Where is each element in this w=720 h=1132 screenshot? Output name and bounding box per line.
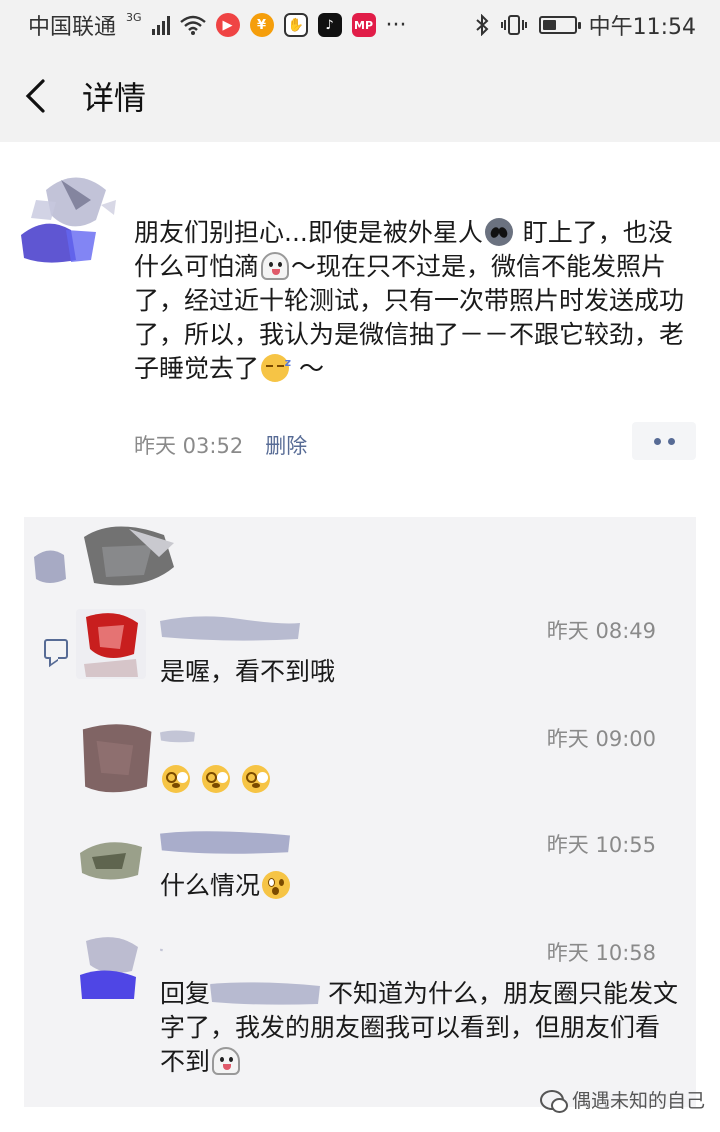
tiktok-app-icon: ♪ [317, 13, 342, 37]
ghost-emoji [261, 252, 290, 280]
watermark-text: 偶遇未知的自己 [572, 1090, 706, 1112]
comment-row: 昨天 09:00 [76, 717, 686, 811]
delete-link[interactable]: 删除 [265, 430, 307, 460]
battery-icon [538, 16, 581, 34]
dizzy-emoji [201, 765, 230, 793]
watermark: 偶遇未知的自己 [540, 1086, 705, 1113]
dizzy-emoji [162, 765, 190, 793]
dizzy-emoji [241, 765, 270, 793]
carrier-label: 中国联通 [28, 15, 117, 40]
back-button[interactable] [0, 50, 70, 142]
commenter-name-blurred [160, 831, 290, 854]
clock: 中午11:54 [588, 15, 696, 40]
sleepy-emoji [261, 346, 291, 382]
nav-bar: 详情 [0, 50, 720, 142]
wifi-icon [179, 15, 206, 35]
more-dots-icon [667, 437, 675, 445]
more-dots-button[interactable] [632, 422, 696, 460]
vibrate-icon [500, 15, 527, 35]
ghost-emoji [212, 1047, 241, 1075]
wechat-icon [540, 1089, 568, 1113]
comment-time: 昨天 10:58 [546, 941, 656, 965]
comment-icon [44, 639, 68, 659]
page-title: 详情 [82, 79, 147, 117]
comment-time: 昨天 10:55 [546, 833, 656, 857]
network-badge: 3G [126, 10, 142, 24]
post-text-part-4: ～ [291, 354, 324, 383]
comment-text: 什么情况 [160, 869, 680, 903]
shield-app-icon: ✋ [283, 13, 308, 37]
more-notifications-icon: ··· [385, 12, 407, 38]
signal-icon [151, 15, 170, 35]
orange-app-icon: ¥ [249, 13, 274, 37]
comment-time: 昨天 08:49 [546, 619, 656, 643]
post-time: 昨天 03:52 [134, 434, 244, 458]
commenter-avatar[interactable] [76, 609, 146, 679]
status-left: 中国联通 3G ▶ ¥ ✋ ♪ MP ··· [28, 9, 407, 41]
author-avatar[interactable] [16, 160, 122, 266]
reply-target-blurred [210, 982, 321, 1005]
mp-app-icon: MP [351, 13, 376, 37]
comment-time: 昨天 09:00 [546, 727, 656, 751]
comment-text: 是喔，看不到哦 [160, 657, 336, 686]
alien-emoji [484, 218, 513, 246]
back-arrow-icon [25, 79, 45, 113]
status-right: 中午11:54 [475, 9, 696, 41]
bluetooth-icon [475, 14, 489, 36]
comment-row: 昨天 10:55 什么情况 [76, 823, 686, 917]
commenter-avatar[interactable] [76, 931, 146, 1001]
commenter-avatar[interactable] [76, 713, 156, 803]
comment-text: 回复 不知道为什么，朋友圈只能发文字了，我发的朋友圈我可以看到，但朋友们看不到 [160, 977, 680, 1079]
reply-prefix: 回复 [160, 979, 211, 1008]
post-meta: 昨天 03:52 删除 [134, 430, 307, 460]
comment-text-part: 什么情况 [160, 871, 261, 900]
more-dots-icon [653, 437, 661, 445]
comment-text [160, 763, 680, 797]
post-text: 朋友们别担心...即使是被外星人 盯上了，也没什么可怕滴 ～现在只不过是，微信不能… [134, 216, 694, 386]
video-app-icon: ▶ [215, 13, 240, 37]
commenter-name-blurred [160, 730, 195, 743]
commenter-name-blurred [160, 948, 163, 952]
post-text-part-1: 朋友们别担心...即使是被外星人 [134, 218, 483, 247]
status-bar: 中国联通 3G ▶ ¥ ✋ ♪ MP ··· 中午11:54 [0, 0, 720, 50]
commenter-avatar[interactable] [76, 823, 146, 893]
comments-panel: 昨天 08:49 是喔，看不到哦 昨天 09:00 昨天 10:55 什么情况 [24, 517, 696, 1107]
commenter-name-blurred [160, 616, 300, 641]
likes-row [34, 526, 174, 586]
shocked-emoji [262, 871, 291, 899]
comment-row: 昨天 10:58 回复 不知道为什么，朋友圈只能发文字了，我发的朋友圈我可以看到… [76, 931, 686, 1101]
comment-row: 昨天 08:49 是喔，看不到哦 [76, 609, 686, 703]
